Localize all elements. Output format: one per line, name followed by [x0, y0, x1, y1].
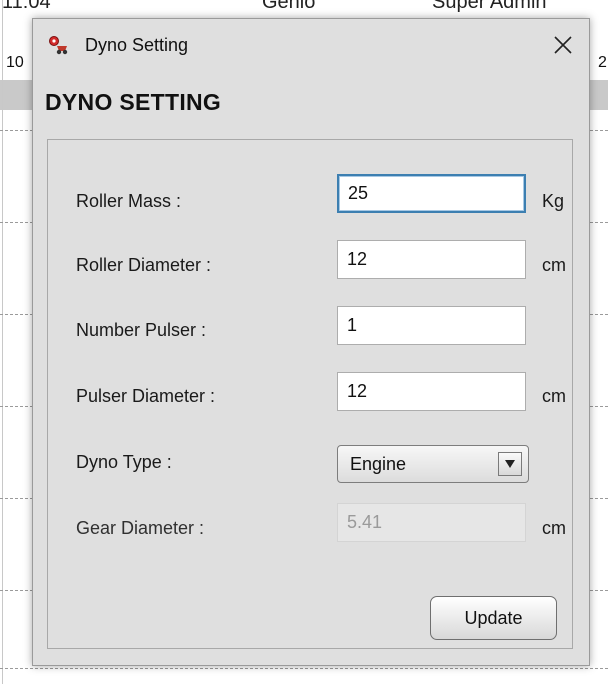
close-icon	[554, 36, 572, 54]
background-right-fragment: 2	[598, 54, 607, 71]
dyno-setting-dialog: Dyno Setting DYNO SETTING Roller Mass : …	[32, 18, 590, 666]
close-button[interactable]	[545, 27, 581, 63]
dyno-app-icon	[47, 35, 69, 55]
pulser-diameter-unit: cm	[542, 386, 566, 406]
gear-diameter-input	[337, 503, 526, 542]
background-name-text: Genio	[262, 0, 316, 13]
pulser-diameter-input[interactable]	[337, 372, 526, 411]
background-role-text: Super Admin	[432, 0, 547, 13]
dyno-type-value: Engine	[350, 454, 407, 474]
background-divider	[2, 0, 3, 684]
dyno-type-label: Dyno Type :	[76, 452, 172, 472]
roller-diameter-label: Roller Diameter :	[76, 255, 212, 275]
roller-mass-input[interactable]	[337, 174, 526, 213]
dialog-titlebar[interactable]: Dyno Setting	[33, 19, 589, 73]
number-pulser-input[interactable]	[337, 306, 526, 345]
dropdown-arrow-button[interactable]	[498, 452, 522, 476]
settings-panel: Roller Mass : Kg Roller Diameter : cm Nu…	[47, 139, 573, 649]
number-pulser-label: Number Pulser :	[76, 320, 207, 340]
pulser-diameter-label: Pulser Diameter :	[76, 386, 216, 406]
background-left-fragment: 10	[6, 54, 24, 71]
background-time-text: 11:04	[2, 0, 51, 13]
dialog-heading: DYNO SETTING	[45, 89, 222, 115]
roller-mass-label: Roller Mass :	[76, 191, 182, 211]
gear-diameter-unit: cm	[542, 518, 566, 538]
roller-diameter-input[interactable]	[337, 240, 526, 279]
roller-diameter-unit: cm	[542, 255, 566, 275]
dyno-type-select[interactable]: Engine	[337, 445, 529, 483]
gear-diameter-label: Gear Diameter :	[76, 518, 205, 538]
chevron-down-icon	[505, 460, 515, 468]
background-row-line	[0, 668, 608, 669]
roller-mass-unit: Kg	[542, 191, 565, 211]
dialog-title: Dyno Setting	[85, 35, 189, 55]
update-button[interactable]: Update	[430, 596, 557, 640]
